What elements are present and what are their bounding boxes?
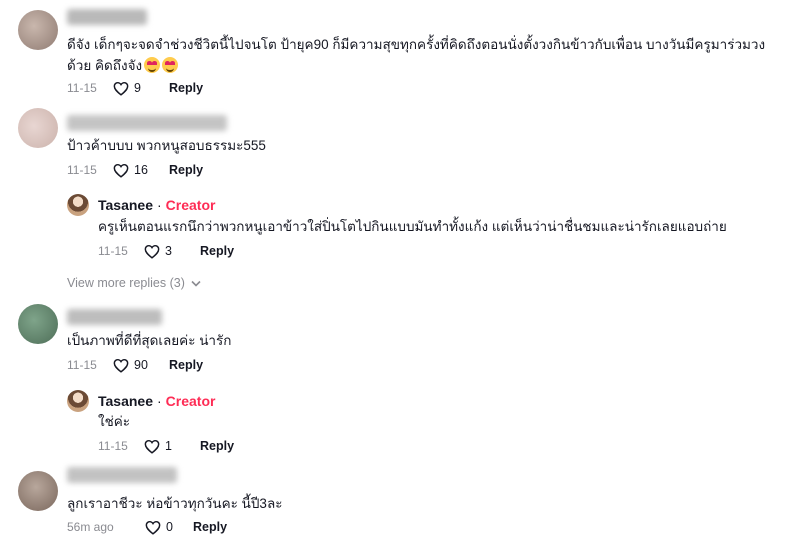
creator-avatar[interactable]	[67, 390, 89, 412]
comment-date: 11-15	[67, 81, 97, 95]
heart-outline-icon	[113, 81, 129, 96]
author-separator: ·	[157, 197, 162, 213]
reply-button[interactable]: Reply	[169, 81, 203, 95]
reply-button[interactable]: Reply	[200, 244, 234, 258]
reply-meta: 11-15 3 Reply	[98, 242, 234, 260]
reply-button[interactable]: Reply	[200, 439, 234, 453]
like-count: 3	[165, 244, 172, 258]
reply-button[interactable]: Reply	[193, 520, 227, 534]
avatar[interactable]	[18, 10, 58, 50]
like-button[interactable]: 16	[113, 163, 163, 178]
author-name[interactable]: Tasanee	[98, 393, 153, 409]
comment-date: 11-15	[67, 163, 97, 177]
reply-button[interactable]: Reply	[169, 163, 203, 177]
view-more-replies-button[interactable]: View more replies (3)	[67, 276, 201, 290]
username-blurred[interactable]	[67, 309, 162, 325]
comment-text: ป้าวค้าบบบ พวกหนูสอบธรรมะ555	[67, 138, 266, 153]
heart-outline-icon	[144, 244, 160, 259]
comment-date: 56m ago	[67, 520, 114, 534]
creator-badge: Creator	[165, 197, 216, 213]
avatar[interactable]	[18, 304, 58, 344]
reply-date: 11-15	[98, 244, 128, 258]
comment-meta: 11-15 9 Reply	[67, 79, 203, 97]
author-name[interactable]: Tasanee	[98, 197, 153, 213]
heart-outline-icon	[113, 163, 129, 178]
comment-meta: 11-15 90 Reply	[67, 356, 203, 374]
heart-outline-icon	[144, 439, 160, 454]
creator-badge: Creator	[165, 393, 216, 409]
creator-avatar[interactable]	[67, 194, 89, 216]
heart-outline-icon	[113, 358, 129, 373]
heart-outline-icon	[145, 520, 161, 535]
like-count: 90	[134, 358, 148, 372]
reply-author[interactable]: Tasanee · Creator	[98, 197, 215, 213]
like-count: 1	[165, 439, 172, 453]
avatar[interactable]	[18, 471, 58, 511]
reply-button[interactable]: Reply	[169, 358, 203, 372]
comment-text: ดีจัง เด็กๆจะจดจำช่วงชีวิตนี้ไปจนโต ป้าย…	[67, 37, 766, 73]
comment-text: เป็นภาพที่ดีที่สุดเลยค่ะ น่ารัก	[67, 333, 232, 348]
reply-author[interactable]: Tasanee · Creator	[98, 393, 215, 409]
reply-text: ใช่ค่ะ	[98, 414, 131, 429]
comment-meta: 56m ago 0 Reply	[67, 518, 227, 536]
like-button[interactable]: 0	[145, 520, 187, 535]
like-count: 16	[134, 163, 148, 177]
like-count: 9	[134, 81, 141, 95]
like-button[interactable]: 90	[113, 358, 163, 373]
heart-eyes-emoji-icon	[144, 57, 161, 73]
like-button[interactable]: 1	[144, 439, 194, 454]
reply-text: ครูเห็นตอนแรกนึกว่าพวกหนูเอาข้าวใส่ปิ่นโ…	[98, 219, 727, 234]
heart-eyes-emoji-icon	[162, 57, 179, 73]
author-separator: ·	[157, 393, 162, 409]
like-button[interactable]: 3	[144, 244, 194, 259]
like-button[interactable]: 9	[113, 81, 163, 96]
comment-text: ลูกเราอาชีวะ ห่อข้าวทุกวันคะ นี้ปี3ละ	[67, 496, 283, 511]
reply-meta: 11-15 1 Reply	[98, 437, 234, 455]
like-count: 0	[166, 520, 173, 534]
comment-meta: 11-15 16 Reply	[67, 161, 203, 179]
avatar[interactable]	[18, 108, 58, 148]
reply-date: 11-15	[98, 439, 128, 453]
view-more-label: View more replies (3)	[67, 276, 185, 290]
chevron-down-icon	[191, 280, 201, 287]
username-blurred[interactable]	[67, 9, 147, 25]
username-blurred[interactable]	[67, 467, 177, 483]
username-blurred[interactable]	[67, 115, 227, 131]
comment-date: 11-15	[67, 358, 97, 372]
